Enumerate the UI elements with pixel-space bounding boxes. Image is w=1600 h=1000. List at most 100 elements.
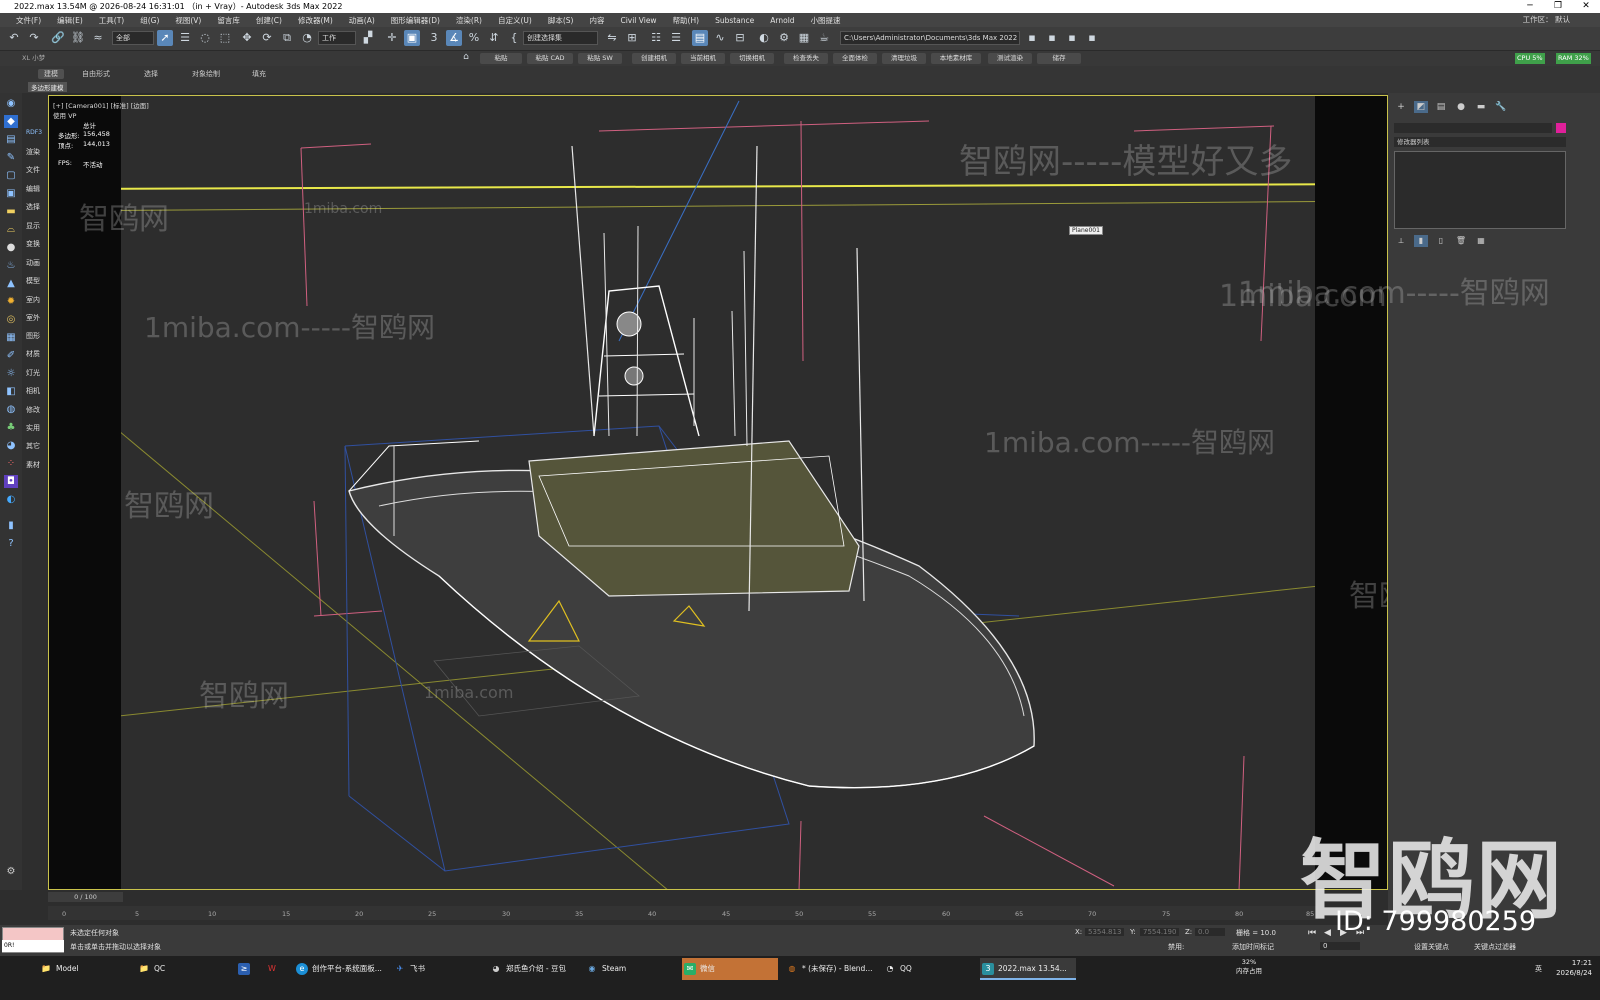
selection-filter-dropdown[interactable]: 全部 [112,31,154,45]
rotate-icon[interactable]: ⟳ [259,30,275,46]
configure-sets-icon[interactable]: ▦ [1474,235,1488,247]
left-label-transform[interactable]: 变换 [26,239,40,249]
project-path-field[interactable]: C:\Users\Administrator\Documents\3ds Max… [840,31,1020,45]
create-panel-icon[interactable]: + [1394,101,1408,113]
maxscript-input[interactable]: 0R! [2,940,64,952]
modifier-list-dropdown[interactable]: 修改器列表 [1394,137,1566,147]
left-label-camera[interactable]: 相机 [26,386,40,396]
paste-button[interactable]: 粘贴 [480,53,522,64]
menu-arnold[interactable]: Arnold [762,16,802,25]
tool-icon-a[interactable]: ▪ [1044,30,1060,46]
pivot-icon[interactable]: ▞ [360,30,376,46]
menu-modifiers[interactable]: 修改器(M) [290,15,341,26]
tab-populate[interactable]: 填充 [252,69,266,79]
utilities-panel-icon[interactable]: 🔧 [1494,101,1508,113]
left-label-interior[interactable]: 室内 [26,295,40,305]
ball-icon[interactable]: ◕ [4,439,18,452]
taskbar-item-feishu[interactable]: ✈ 飞书 [392,958,482,980]
menu-view[interactable]: 视图(V) [167,15,209,26]
left-label-rdf[interactable]: RDF3 [26,129,42,136]
taskbar-item-qq[interactable]: ◔ QQ [882,958,974,980]
left-label-edit[interactable]: 编辑 [26,184,40,194]
motion-panel-icon[interactable]: ● [1454,101,1468,113]
left-label-exterior[interactable]: 室外 [26,313,40,323]
plugin-icon[interactable]: ◘ [4,475,18,488]
schematic-view-icon[interactable]: ⊟ [732,30,748,46]
left-label-modify[interactable]: 修改 [26,405,40,415]
workspace-selector[interactable]: 工作区： 默认 [1523,13,1570,27]
hierarchy-panel-icon[interactable]: ▤ [1434,101,1448,113]
ribbon-toggle-icon[interactable]: ▤ [692,30,708,46]
spinner-snap-icon[interactable]: ⇵ [486,30,502,46]
folder-icon[interactable]: ▬ [4,205,18,218]
switch-camera-button[interactable]: 切换相机 [730,53,774,64]
percent-snap-icon[interactable]: % [466,30,482,46]
undo-icon[interactable]: ↶ [6,30,22,46]
frame-spinner[interactable]: 0 [1320,942,1360,950]
test-render-button[interactable]: 测试渲染 [988,53,1032,64]
named-selection-dropdown[interactable]: 创建选择集 [523,31,598,45]
brush-icon[interactable]: ✐ [4,349,18,362]
bind-spacewarp-icon[interactable]: ≈ [90,30,106,46]
tool-icon-c[interactable]: ▪ [1084,30,1100,46]
minimize-button[interactable]: ─ [1516,0,1544,13]
scene-explorer-icon[interactable]: ☷ [648,30,664,46]
taskbar-item-model[interactable]: 📁 Model [38,958,128,980]
paste-sw-button[interactable]: 粘贴 SW [578,53,622,64]
menu-library[interactable]: 留言库 [209,15,248,26]
edit-named-selection-icon[interactable]: { [506,30,522,46]
create-camera-button[interactable]: 创建相机 [632,53,676,64]
redo-icon[interactable]: ↷ [26,30,42,46]
taskbar-item-wps[interactable]: W [264,958,286,980]
menu-rendering[interactable]: 渲染(R) [448,15,490,26]
add-time-tag[interactable]: 添加时间标记 [1232,942,1274,952]
taskbar-item-steam[interactable]: ◉ Steam [584,958,674,980]
menu-substance[interactable]: Substance [707,16,762,25]
unlink-icon[interactable]: ⛓ [70,30,86,46]
reference-coord-dropdown[interactable]: 工作 [318,31,356,45]
coord-y-field[interactable]: 7554.190 [1140,928,1180,936]
menu-tools[interactable]: 工具(T) [91,15,132,26]
curve-editor-icon[interactable]: ∿ [712,30,728,46]
ribbon-poly-modeling[interactable]: 多边形建模 [28,82,67,92]
check-missing-button[interactable]: 检查丢失 [784,53,828,64]
system-clock[interactable]: 17:21 2026/8/24 [1556,958,1592,978]
window-crossing-icon[interactable]: ⬚ [217,30,233,46]
make-unique-icon[interactable]: ▯ [1434,235,1448,247]
taskbar-item-powershell[interactable]: ≥ [236,958,258,980]
tab-modeling[interactable]: 建模 [38,69,64,79]
move-icon[interactable]: ✥ [239,30,255,46]
left-label-shape[interactable]: 图形 [26,331,40,341]
menu-animation[interactable]: 动画(A) [341,15,383,26]
menu-content[interactable]: 内容 [581,15,612,26]
select-icon[interactable]: ▢ [4,169,18,182]
viewport-label[interactable]: [+] [Camera001] [标准] [边面] [53,100,149,110]
local-library-button[interactable]: 本地素材库 [931,53,981,64]
left-label-model[interactable]: 模型 [26,276,40,286]
snap-3d-icon[interactable]: 3 [426,30,442,46]
grid-icon[interactable]: ▦ [4,331,18,344]
layer-explorer-icon[interactable]: ☰ [668,30,684,46]
menu-customize[interactable]: 自定义(U) [490,15,540,26]
edit-icon[interactable]: ✎ [4,151,18,164]
tab-selection[interactable]: 选择 [144,69,158,79]
link-icon[interactable]: 🔗 [50,30,66,46]
render-icon[interactable]: ☕ [816,30,832,46]
key-filters-button[interactable]: 关键点过滤器 [1474,942,1516,952]
full-check-button[interactable]: 全面体检 [833,53,877,64]
pin-stack-icon[interactable]: ⟂ [1394,235,1408,247]
globe-icon[interactable]: ◍ [4,403,18,416]
menu-edit[interactable]: 编辑(E) [49,15,91,26]
display-panel-icon[interactable]: ▬ [1474,101,1488,113]
mirror-icon[interactable]: ⇋ [604,30,620,46]
settings-icon[interactable]: ⚙ [4,865,18,878]
selection-region-icon[interactable]: ◌ [197,30,213,46]
remove-modifier-icon[interactable]: 🗑 [1454,235,1468,247]
menu-graph-editors[interactable]: 图形编辑器(D) [383,15,448,26]
home-icon[interactable]: ⌂ [458,49,474,65]
menu-file[interactable]: 文件(F) [8,15,49,26]
render-setup-icon[interactable]: ⚙ [776,30,792,46]
left-label-assets[interactable]: 素材 [26,460,40,470]
select-by-name-icon[interactable]: ☰ [177,30,193,46]
menu-scripting[interactable]: 脚本(S) [540,15,582,26]
